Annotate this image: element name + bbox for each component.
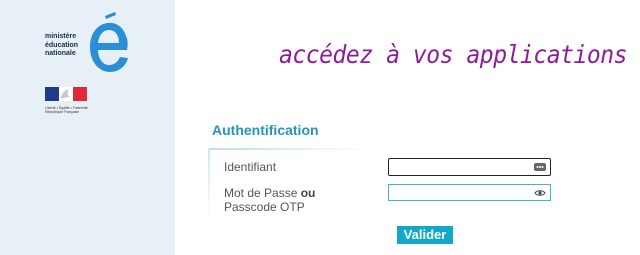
auth-title: Authentification (212, 122, 319, 138)
french-flag-icon (45, 87, 87, 101)
password-label-or: ou (300, 186, 316, 200)
title-divider (209, 148, 369, 150)
republic-logo: Liberté • Égalité • Fraternité Républiqu… (45, 87, 89, 114)
sidebar-branding: ministère éducation nationale Liberté • … (0, 0, 175, 255)
username-label: Identifiant (224, 160, 277, 174)
password-input[interactable] (388, 184, 551, 201)
passcode-label-text: Passcode OTP (224, 200, 305, 214)
more-options-icon[interactable] (534, 161, 546, 173)
password-label-text: Mot de Passe (224, 186, 301, 200)
eye-icon[interactable] (534, 187, 546, 199)
username-input[interactable] (388, 158, 551, 176)
logo-line-1: ministère (45, 33, 77, 40)
submit-button[interactable]: Valider (397, 226, 453, 244)
password-label: Mot de Passe ou Passcode OTP (224, 186, 315, 214)
flag-country: République Française (45, 110, 80, 114)
education-e-logo-icon (90, 12, 128, 72)
form-side-divider (208, 148, 210, 220)
logo-line-2: éducation (45, 41, 79, 49)
logo-line-3: nationale (45, 50, 76, 57)
ministry-logo-text: ministère éducation nationale (45, 33, 78, 59)
page-headline: accédez à vos applications (279, 40, 628, 69)
